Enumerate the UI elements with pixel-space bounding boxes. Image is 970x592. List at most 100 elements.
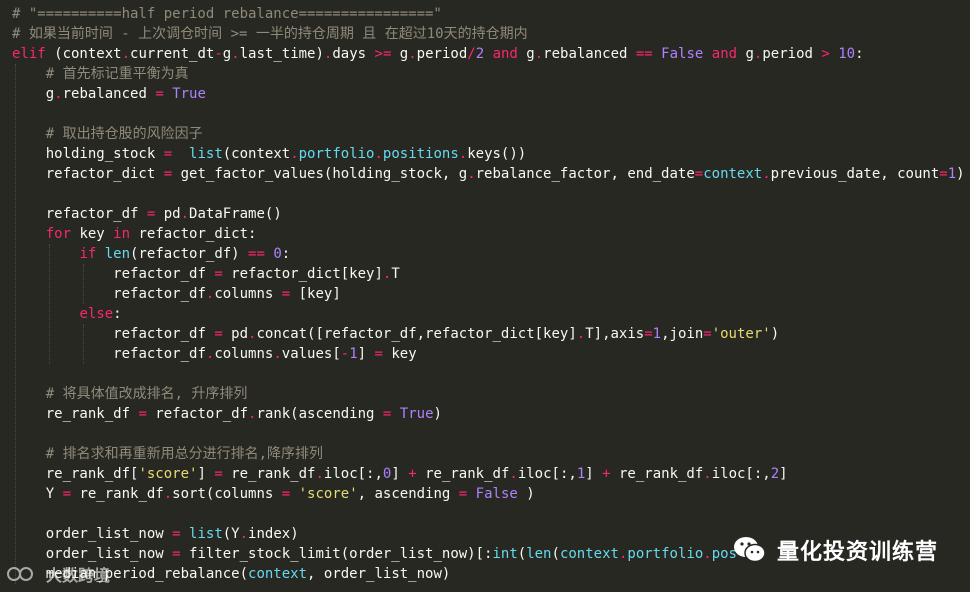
code-token: if [79,246,97,262]
code-token: current_dt [130,46,215,62]
code-line[interactable]: order_list_now = filter_stock_limit(orde… [12,544,737,564]
code-token: 1 [576,466,586,482]
code-token: : [281,246,291,262]
code-token: ( [551,546,560,562]
code-token: , ascending [357,486,459,502]
code-token: ] [779,466,788,482]
code-line[interactable]: refactor_df = pd.concat([refactor_df,ref… [12,324,779,344]
code-token: keys()) [467,146,527,162]
code-line[interactable]: Y = re_rank_df.sort(columns = 'score', a… [12,484,535,504]
code-token: context [248,566,308,582]
code-line[interactable]: holding_stock = list(context.portfolio.p… [12,144,527,164]
code-token: = [172,546,181,562]
code-token: g [517,46,535,62]
code-token: refactor_dict: [130,226,257,242]
code-line[interactable]: refactor_df = pd.DataFrame() [12,204,282,224]
code-token: refactor_df [113,286,206,302]
code-token: , order_list_now) [307,566,451,582]
code-line[interactable]: # "==========half period rebalance======… [12,4,442,24]
code-token: . [163,486,173,502]
code-token: re_rank_df [222,466,316,482]
code-token: . [703,466,712,482]
code-token: . [576,326,586,342]
code-token: period [416,46,468,62]
code-token: = [214,466,223,482]
code-token: context [703,166,763,182]
code-token: = [172,526,181,542]
code-token: ] [391,466,409,482]
code-token: . [231,46,240,62]
code-token: re_rank_df [416,466,510,482]
wechat-watermark: 量化投资训练营 [733,530,938,570]
code-token: ] [197,466,215,482]
code-token: re_rank_df [45,406,139,422]
code-token: order_list_now [45,546,173,562]
code-line[interactable]: g.rebalanced = True [12,84,206,104]
code-token: . [273,346,282,362]
code-token: = [281,286,291,302]
code-token: len [104,246,131,262]
code-token: 1 [349,346,358,362]
code-line[interactable]: elif (context.current_dt-g.last_time).da… [12,44,864,64]
code-token: holding_stock [45,146,164,162]
code-token: refactor_df [113,266,215,282]
code-token: . [762,166,771,182]
code-editor[interactable]: # "==========half period rebalance======… [0,0,970,592]
code-line[interactable]: # 排名求和再重新用总分进行排名,降序排列 [12,444,323,464]
code-token: : [855,46,864,62]
code-token: > [821,46,830,62]
csdn-logo [7,567,33,581]
code-token: # 取出持仓股的风险因子 [45,126,203,142]
code-token: previous_date, count [770,166,940,182]
code-token: iloc[:, [517,466,577,482]
code-token: values[ [281,346,341,362]
code-line[interactable]: else: [12,304,121,324]
code-token: and [492,46,518,62]
code-token: (context [222,146,291,162]
code-token: + [602,466,611,482]
code-token: 2 [770,466,780,482]
code-line[interactable]: # 如果当前时间 - 上次调仓时间 >= 一半的持仓周期 且 在超过10天的持仓… [12,24,528,44]
code-line[interactable]: refactor_dict = get_factor_values(holdin… [12,164,965,184]
code-token: rank(ascending [256,406,383,422]
code-line[interactable]: for key in refactor_dict: [12,224,257,244]
code-line[interactable]: # 将具体值改成排名, 升序排列 [12,384,248,404]
code-token: = [163,146,173,162]
code-token: True [172,86,206,102]
code-token: Y [45,486,63,502]
code-token: 0 [273,246,282,262]
code-line[interactable]: # 首先标记重平衡为真 [12,64,189,84]
code-token: key [382,346,417,362]
code-token: re_rank_df [610,466,704,482]
code-line[interactable]: re_rank_df = refactor_df.rank(ascending … [12,404,442,424]
code-token: = [155,86,164,102]
code-line[interactable]: refactor_df = refactor_dict[key].T [12,264,400,284]
code-token: g [45,86,55,102]
code-token: T [391,266,400,282]
code-token: (context [45,46,122,62]
code-token: list [189,526,223,542]
code-token: ) [770,326,780,342]
code-token: refactor_df [113,346,206,362]
code-line[interactable]: order_list_now = list(Y.index) [12,524,299,544]
code-line[interactable]: refactor_df.columns.values[-1] = key [12,344,417,364]
code-token: . [290,146,299,162]
code-token: = [214,266,223,282]
code-token: portfolio [298,146,375,162]
code-token: . [54,86,63,102]
code-line[interactable]: # 取出持仓股的风险因子 [12,124,203,144]
code-token: int [492,546,518,562]
code-token: 1 [652,326,662,342]
code-token: refactor_df [113,326,215,342]
code-line[interactable]: re_rank_df['score'] = re_rank_df.iloc[:,… [12,464,788,484]
code-token: context [559,546,619,562]
code-line[interactable]: if len(refactor_df) == 0: [12,244,290,264]
code-line[interactable]: refactor_df.columns = [key] [12,284,341,304]
